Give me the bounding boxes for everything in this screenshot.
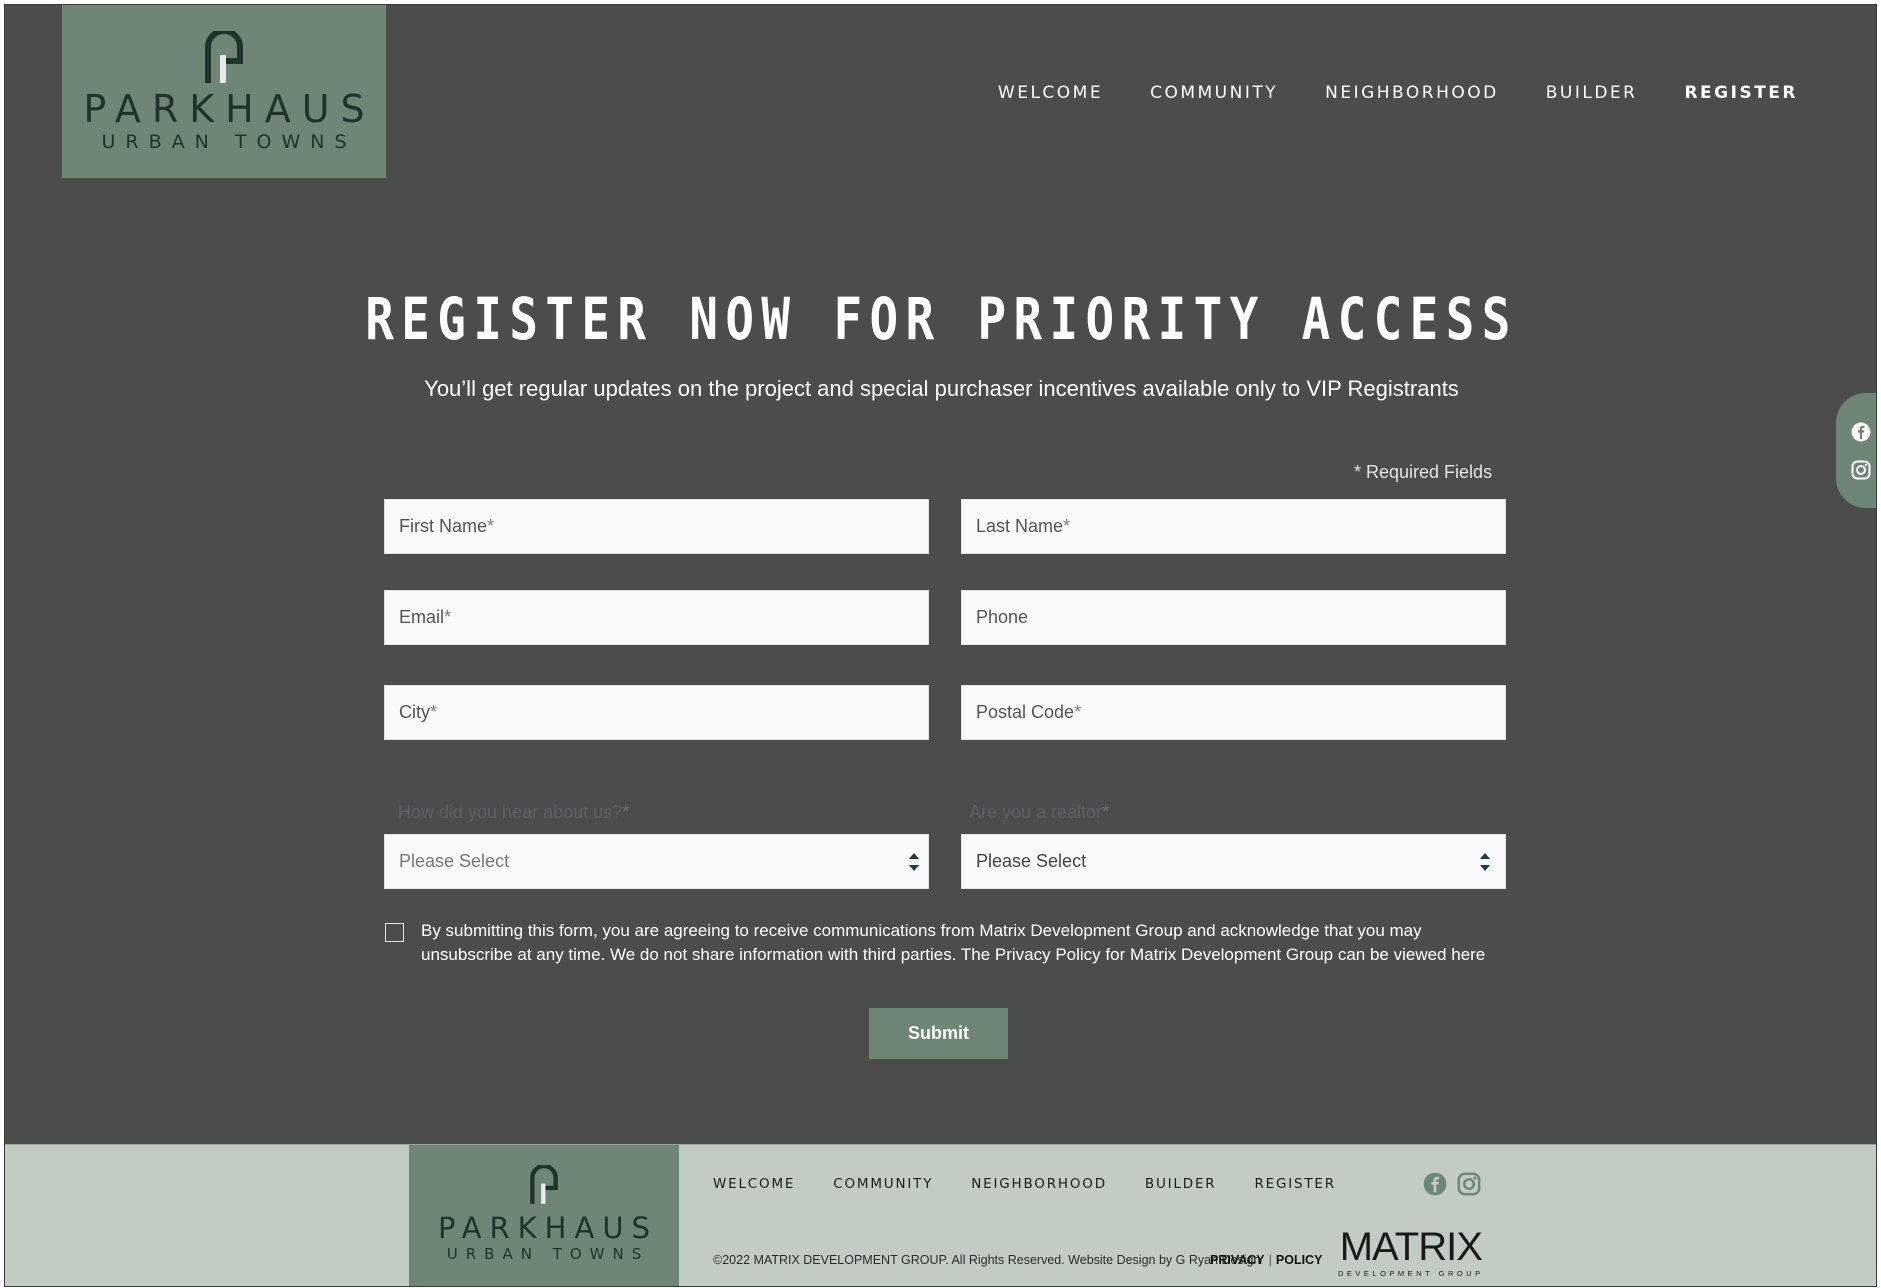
parkhaus-logo-icon [530, 1165, 558, 1204]
phone-placeholder: Phone [976, 607, 1029, 627]
required-star: * [430, 702, 438, 722]
header-logo[interactable]: PARKHAUS URBAN TOWNS [62, 5, 386, 178]
consent-text: By submitting this form, you are agreein… [421, 921, 1486, 964]
policy-text: POLICY [1275, 1253, 1323, 1267]
phone-field[interactable]: Phone [961, 590, 1506, 645]
copyright-text: ©2022 MATRIX DEVELOPMENT GROUP. All Righ… [713, 1253, 1261, 1267]
matrix-logo[interactable]: MATRIX DEVELOPMENT GROUP [1338, 1227, 1484, 1278]
footer-nav-neighborhood[interactable]: NEIGHBORHOOD [971, 1176, 1107, 1192]
logo-wordmark: PARKHAUS [83, 87, 376, 131]
footer-logo[interactable]: PARKHAUS URBAN TOWNS [409, 1145, 679, 1286]
realtor-select[interactable]: Please Select [961, 834, 1506, 889]
instagram-icon[interactable] [1457, 1172, 1481, 1196]
realtor-label: Are you a realtor* [969, 802, 1109, 823]
city-field[interactable]: City * [384, 685, 929, 740]
logo-tagline: URBAN TOWNS [101, 131, 357, 153]
footer-nav-builder[interactable]: BUILDER [1145, 1176, 1217, 1192]
select-arrows-icon [909, 853, 919, 871]
consent-checkbox[interactable] [385, 923, 404, 942]
nav-register[interactable]: REGISTER [1684, 83, 1798, 103]
postal-code-placeholder: Postal Code [976, 702, 1075, 722]
footer: PARKHAUS URBAN TOWNS WELCOME COMMUNITY N… [5, 1144, 1876, 1286]
parkhaus-logo-icon [205, 31, 243, 83]
nav-builder[interactable]: BUILDER [1546, 83, 1638, 103]
hear-about-label: How did you hear about us?* [398, 802, 629, 823]
page-subtitle: You’ll get regular updates on the projec… [424, 376, 1459, 401]
required-star: * [487, 516, 495, 536]
facebook-icon[interactable] [1423, 1172, 1447, 1196]
page: PARKHAUS URBAN TOWNS WELCOME COMMUNITY N… [4, 4, 1877, 1287]
required-star: * [1074, 702, 1082, 722]
realtor-value: Please Select [976, 851, 1087, 871]
nav-neighborhood[interactable]: NEIGHBORHOOD [1325, 83, 1499, 103]
privacy-text: PRIVACY [1210, 1253, 1265, 1267]
side-social-tab [1836, 393, 1876, 508]
footer-logo-tagline: URBAN TOWNS [446, 1245, 650, 1263]
footer-nav-register[interactable]: REGISTER [1254, 1176, 1335, 1192]
footer-social [1423, 1172, 1481, 1196]
first-name-placeholder: First Name [399, 516, 488, 536]
hear-about-label-text: How did you hear about us? [398, 802, 623, 822]
privacy-policy-link[interactable]: PRIVACY | POLICY [1210, 1253, 1322, 1267]
consent-row: By submitting this form, you are agreein… [385, 919, 1505, 967]
last-name-field[interactable]: Last Name * [961, 499, 1506, 554]
last-name-placeholder: Last Name [976, 516, 1064, 536]
realtor-label-text: Are you a realtor [969, 802, 1103, 822]
matrix-subtitle: DEVELOPMENT GROUP [1338, 1269, 1484, 1278]
city-placeholder: City [399, 702, 430, 722]
required-fields-note: * Required Fields [1354, 462, 1493, 482]
nav-welcome[interactable]: WELCOME [998, 83, 1103, 103]
instagram-icon[interactable] [1851, 460, 1871, 480]
matrix-wordmark: MATRIX [1339, 1225, 1483, 1269]
hear-about-select[interactable]: Please Select [384, 834, 929, 889]
submit-button[interactable]: Submit [869, 1008, 1008, 1059]
main-nav: WELCOME COMMUNITY NEIGHBORHOOD BUILDER R… [998, 83, 1798, 103]
select-arrows-icon [1480, 853, 1490, 871]
required-star: * [444, 607, 452, 627]
postal-code-field[interactable]: Postal Code * [961, 685, 1506, 740]
nav-community[interactable]: COMMUNITY [1150, 83, 1278, 103]
required-star: * [1102, 802, 1110, 822]
footer-nav: WELCOME COMMUNITY NEIGHBORHOOD BUILDER R… [713, 1176, 1336, 1192]
first-name-field[interactable]: First Name * [384, 499, 929, 554]
facebook-icon[interactable] [1851, 422, 1871, 442]
required-star: * [622, 802, 630, 822]
policy-separator: | [1268, 1253, 1272, 1267]
footer-logo-wordmark: PARKHAUS [438, 1211, 658, 1245]
footer-nav-community[interactable]: COMMUNITY [833, 1176, 933, 1192]
page-title: REGISTER NOW FOR PRIORITY ACCESS [365, 285, 1518, 353]
email-placeholder: Email [399, 607, 445, 627]
required-star: * [1063, 516, 1071, 536]
email-field[interactable]: Email * [384, 590, 929, 645]
footer-nav-welcome[interactable]: WELCOME [713, 1176, 795, 1192]
hear-about-value: Please Select [399, 851, 510, 871]
